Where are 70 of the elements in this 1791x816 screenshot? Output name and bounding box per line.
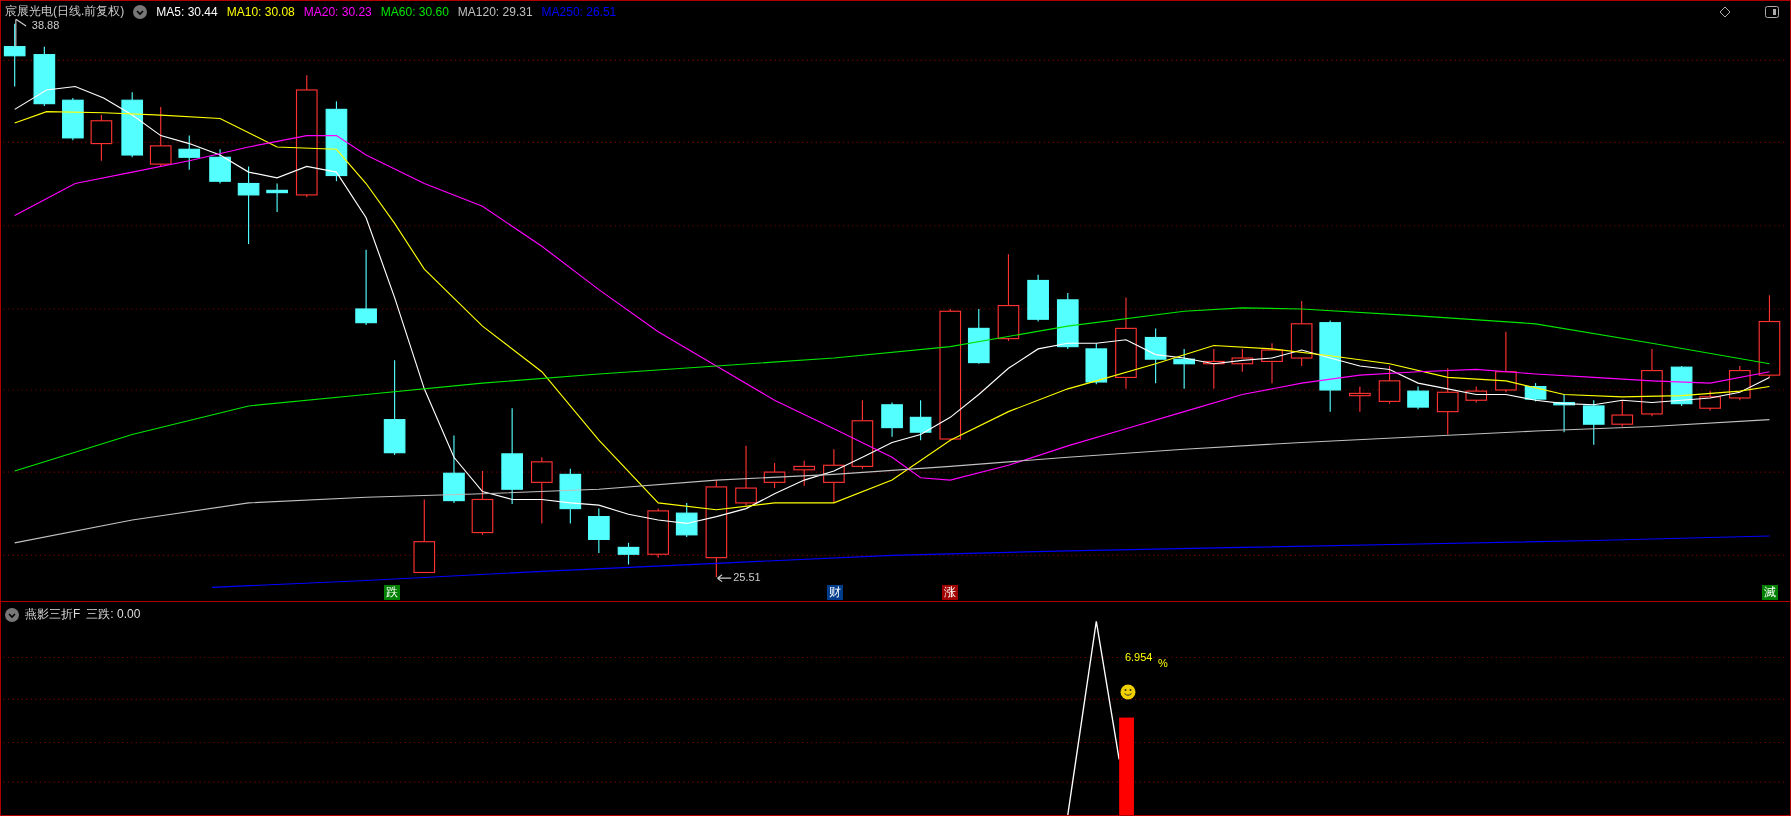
candlestick xyxy=(443,435,465,504)
candlestick xyxy=(793,460,816,487)
candlestick xyxy=(1699,390,1721,412)
candlestick xyxy=(1436,367,1459,436)
candlestick xyxy=(617,542,640,566)
candlestick xyxy=(1085,342,1108,385)
percent-reading: 6.954 xyxy=(1124,651,1153,664)
candlestick xyxy=(675,502,698,538)
candlestick xyxy=(1231,348,1254,373)
candlestick xyxy=(62,97,84,141)
candlestick xyxy=(647,508,670,559)
candlestick xyxy=(909,399,932,441)
panel-toggle-icon[interactable] xyxy=(1765,6,1779,18)
candlestick xyxy=(823,448,845,504)
candlestick xyxy=(1349,386,1371,413)
candlestick xyxy=(530,456,553,524)
signal-marker: 滅 xyxy=(1762,585,1779,600)
candlestick xyxy=(1203,348,1225,390)
signal-marker: 跌 xyxy=(383,585,400,600)
low-price-label: 25.51 xyxy=(733,570,761,583)
percent-unit: % xyxy=(1158,656,1168,669)
diamond-icon[interactable] xyxy=(1719,6,1731,18)
candlestick xyxy=(1495,331,1517,393)
moving-average-legend: MA10: 30.08 xyxy=(226,4,295,19)
moving-average-legend: MA60: 30.60 xyxy=(380,4,449,19)
candlestick xyxy=(1056,292,1079,350)
candlestick xyxy=(149,106,172,167)
candlestick xyxy=(559,468,582,524)
candlestick xyxy=(881,401,903,438)
low-arrow-icon xyxy=(716,574,732,583)
smiley-icon xyxy=(1120,684,1137,701)
signal-marker: 涨 xyxy=(942,585,959,600)
candlestick xyxy=(763,462,786,489)
candlestick xyxy=(1641,348,1663,417)
candlestick xyxy=(209,148,231,185)
candlestick xyxy=(1173,348,1195,390)
candlestick xyxy=(1378,365,1401,405)
moving-average-legend: MA5: 30.44 xyxy=(156,4,218,19)
moving-average-legend: MA20: 30.23 xyxy=(303,4,372,19)
candlestick xyxy=(588,508,610,554)
candlestick xyxy=(851,399,874,470)
indicator-value: 三跌: 0.00 xyxy=(86,606,141,623)
dropdown-icon[interactable] xyxy=(133,4,148,19)
moving-average-legend: MA250: 26.51 xyxy=(541,4,617,19)
candlestick xyxy=(33,46,56,107)
candlestick xyxy=(1027,274,1049,323)
candlestick xyxy=(1553,393,1575,433)
candlestick xyxy=(735,445,757,506)
candlestick xyxy=(1465,386,1488,404)
dropdown-icon[interactable] xyxy=(5,607,19,622)
moving-average-legend: MA120: 29.31 xyxy=(457,4,533,19)
high-price-label: 38.88 xyxy=(31,19,60,32)
candlestick xyxy=(1144,327,1167,384)
indicator-title: 燕影三折F xyxy=(25,606,81,623)
candlestick xyxy=(3,23,26,88)
candlestick xyxy=(471,470,494,536)
signal-marker: 财 xyxy=(826,585,843,600)
candlestick xyxy=(1582,399,1605,446)
candlestick xyxy=(1407,386,1429,410)
candlestick xyxy=(1611,399,1634,428)
candlestick xyxy=(178,135,201,171)
candlestick xyxy=(90,114,113,162)
candlestick xyxy=(266,182,288,213)
high-leader-line xyxy=(15,18,27,48)
candlestick xyxy=(967,308,990,365)
candlestick xyxy=(121,91,144,158)
candlestick xyxy=(1524,382,1547,402)
candlestick xyxy=(1290,300,1313,367)
candlestick xyxy=(1261,342,1283,384)
stock-title: 宸展光电(日线.前复权) xyxy=(5,3,125,20)
